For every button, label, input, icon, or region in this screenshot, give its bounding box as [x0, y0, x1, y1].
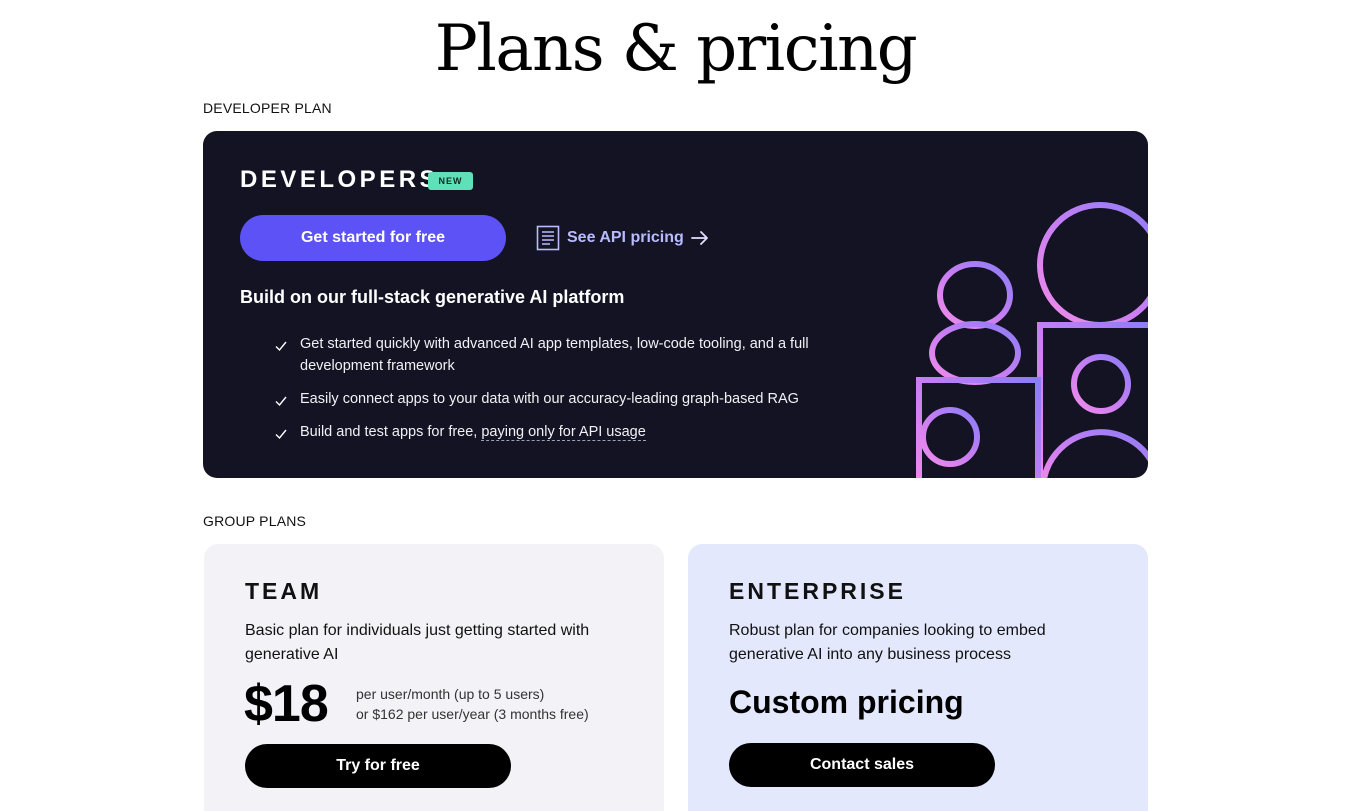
feature-item: Build and test apps for free, paying onl… [275, 421, 835, 443]
developers-plan-title: DEVELOPERS [240, 166, 440, 193]
feature-text: Build and test apps for free, [300, 424, 482, 440]
enterprise-price: Custom pricing [729, 684, 964, 720]
page-title: Plans & pricing [434, 12, 918, 86]
try-for-free-button[interactable]: Try for free [245, 744, 511, 788]
see-api-pricing-link[interactable]: See API pricing [536, 225, 709, 251]
feature-item: Easily connect apps to your data with ou… [275, 388, 835, 410]
team-price: $18 [244, 675, 329, 733]
developers-plan-card: DEVELOPERS NEW Get started for free See … [203, 131, 1148, 478]
api-usage-link[interactable]: paying only for API usage [481, 424, 646, 441]
decorative-shapes-illustration [916, 202, 1148, 478]
document-icon [536, 225, 560, 251]
group-plans-label: GROUP PLANS [203, 513, 307, 529]
get-started-free-button[interactable]: Get started for free [240, 215, 506, 261]
team-plan-description: Basic plan for individuals just getting … [245, 622, 590, 663]
price-note-yearly: or $162 per user/year (3 months free) [356, 706, 589, 722]
feature-item: Get started quickly with advanced AI app… [275, 333, 835, 377]
check-icon [275, 392, 287, 414]
price-note-monthly: per user/month (up to 5 users) [356, 686, 545, 702]
check-icon [275, 425, 287, 447]
team-plan-title: TEAM [245, 578, 323, 604]
arrow-right-icon [690, 230, 709, 246]
team-plan-card: TEAM Basic plan for individuals just get… [204, 544, 664, 811]
team-price-notes: per user/month (up to 5 users) or $162 p… [356, 684, 589, 724]
api-pricing-label: See API pricing [567, 229, 684, 246]
check-icon [275, 337, 287, 359]
feature-text: Easily connect apps to your data with ou… [300, 391, 799, 407]
feature-text: Get started quickly with advanced AI app… [300, 336, 809, 374]
enterprise-plan-title: ENTERPRISE [729, 578, 906, 604]
new-badge: NEW [428, 172, 473, 190]
enterprise-plan-description: Robust plan for companies looking to emb… [729, 622, 1046, 663]
enterprise-plan-card: ENTERPRISE Robust plan for companies loo… [688, 544, 1148, 811]
developers-plan-subtitle: Build on our full-stack generative AI pl… [240, 287, 625, 307]
developers-feature-list: Get started quickly with advanced AI app… [275, 333, 835, 454]
contact-sales-button[interactable]: Contact sales [729, 743, 995, 787]
developer-plan-label: DEVELOPER PLAN [203, 100, 332, 116]
